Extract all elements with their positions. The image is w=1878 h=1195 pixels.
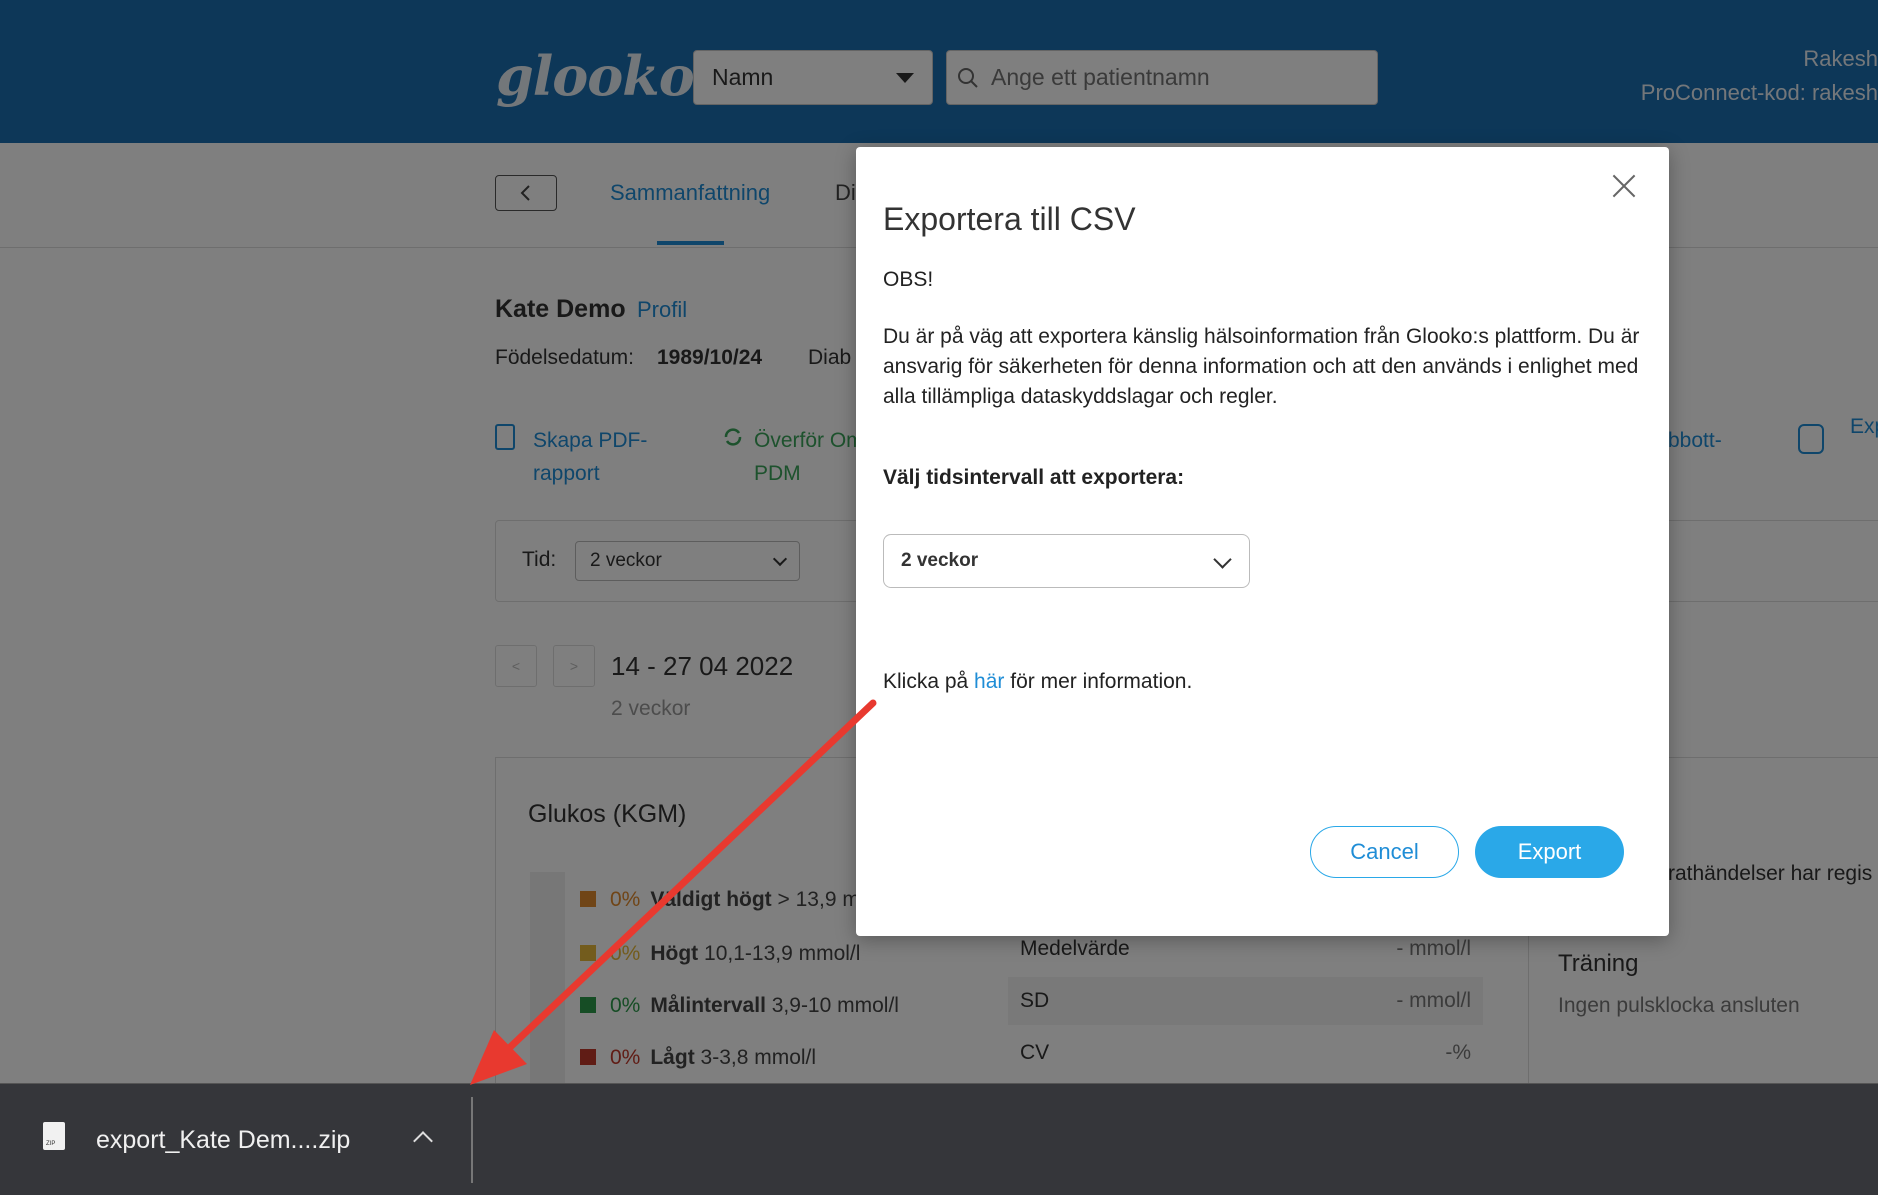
info-suffix: för mer information. — [1004, 670, 1193, 693]
dialog-body-text: Du är på väg att exportera känslig hälso… — [883, 325, 1640, 408]
zip-file-icon: ZIP — [43, 1122, 65, 1150]
dialog-title: Exportera till CSV — [883, 201, 1136, 237]
more-info-link[interactable]: här — [974, 670, 1004, 693]
cancel-button[interactable]: Cancel — [1310, 826, 1459, 878]
download-filename[interactable]: export_Kate Dem....zip — [96, 1126, 350, 1155]
export-button[interactable]: Export — [1475, 826, 1624, 878]
dialog-notice: OBS! — [883, 268, 934, 291]
zip-file-icon-label: ZIP — [46, 1141, 56, 1147]
chevron-down-icon — [1213, 549, 1232, 569]
info-prefix: Klicka på — [883, 670, 975, 693]
close-icon[interactable] — [1612, 174, 1636, 198]
range-label: Välj tidsintervall att exportera: — [883, 466, 1185, 489]
export-range-value: 2 veckor — [901, 550, 979, 571]
export-range-select[interactable]: 2 veckor — [883, 534, 1250, 588]
more-info-text: Klicka på här för mer information. — [883, 670, 1192, 694]
shelf-divider — [471, 1097, 473, 1183]
